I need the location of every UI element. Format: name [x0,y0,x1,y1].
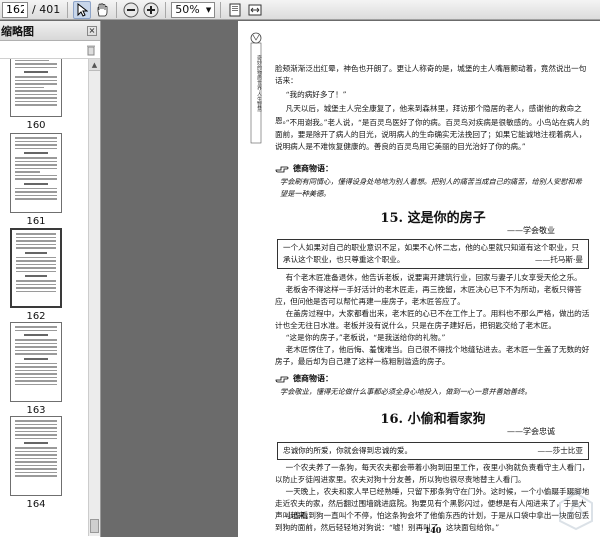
watermark-logo [559,491,593,531]
toolbar-divider [165,1,167,18]
hand-icon [97,2,108,16]
paragraph: 老木匠愣住了，他后悔、羞愧难当。自己很不得找个地缝钻进去。老木匠一生盖了无数的好… [275,345,590,366]
paragraph: 一个农夫养了一条狗，每天农夫都会带着小狗到田里工作，夜里小狗就负责看守主人看门，… [275,463,590,484]
section-title: 15. 这是你的房子 [380,211,486,226]
toolbar-divider [116,1,118,18]
paragraph: 脸颊渐渐泛出红晕，神色也开朗了。更让人称奇的是，城堡的主人嘴唇颤动着，竟然说出一… [275,64,587,85]
thumbnail-label: 164 [26,499,46,510]
hand-pointer-icon [275,166,289,173]
paragraph: 老板舍不得这样一手好活计的老木匠走，再三挽留，木匠决心已下不为所动，老板只得答应… [275,285,582,306]
thumbnail-panel-title: 缩略图 [1,24,34,38]
tip-heading-text: 德商物语： [293,373,333,383]
cursor-arrow-icon [77,2,89,17]
epigraph-source: ——莎士比亚 [537,446,583,455]
thumbnail-panel: 缩略图 × 160 161 162 163 164 ▲ [0,21,101,537]
page-number: 140 [424,525,442,535]
trash-icon[interactable] [86,44,96,56]
thumbnail-item[interactable]: 164 [10,416,62,510]
section-subtitle: ——学会忠诚 [507,427,555,436]
section-subtitle: ——学会敬业 [507,226,555,235]
thumbnail-item-current[interactable]: 162 [10,228,62,322]
tip-text: 学会刷有同情心，懂得设身处地地为别人着想。把别人的痛苦当成自己的痛苦，给别人安慰… [280,177,582,198]
paragraph: 在盖房过程中，大家都看出来，老木匠的心已不在工作上了。用料也不那么严格，做出的活… [275,309,590,330]
scroll-up-arrow-icon[interactable]: ▲ [89,59,100,71]
paragraph: “这是你的房子，”老板说，“是我送给你的礼物。” [285,333,446,342]
tip-text: 学会敬业，懂得无论做什么事都必须全身心地投入，做到一心一意并善始善终。 [280,387,532,396]
thumbnail-item[interactable]: 160 [10,59,62,131]
thumbnail-page-image [10,133,62,213]
tip-heading-text: 德商物语： [293,163,333,173]
thumbnail-page-image [10,228,62,308]
chevron-down-icon: ▼ [205,5,212,14]
zoom-value: 50% [175,2,200,16]
fit-width-icon [248,4,262,15]
zoom-out-icon [123,2,139,17]
epigraph-text: 忠诚你的所爱，你就会得到忠诚的爱。 [283,446,413,455]
select-tool-button[interactable] [73,0,92,19]
epigraph-box: 忠诚你的所爱，你就会得到忠诚的爱。 ——莎士比亚 [277,442,589,460]
toolbar-divider [67,1,69,18]
thumbnail-label: 161 [26,216,46,227]
banner-text: 奇妙的物质世界·人生智慧 [256,55,262,112]
section-title: 16. 小偷和看家狗 [380,412,486,427]
thumbnail-label: 160 [26,120,46,131]
close-icon[interactable]: × [87,25,97,36]
thumbnail-page-image [10,416,62,496]
thumbnail-panel-header: 缩略图 × [0,21,100,41]
thumbnail-list: 160 161 162 163 164 ▲ [0,59,100,536]
paragraph: “不用谢我。”老人说，“是百灵鸟医好了你的病。百灵鸟对疾病是很敏感的。小鸟站在病… [275,118,590,151]
thumbnail-label: 163 [26,405,46,416]
fit-page-button[interactable] [226,1,244,19]
fit-width-button[interactable] [246,1,264,19]
page-number-input[interactable] [2,1,28,18]
toolbar: / 401 50% ▼ [0,0,600,20]
paragraph: 有个老木匠准备退休，他告诉老板，说要离开建筑行业，回家与妻子儿女享受天伦之乐。 [285,273,582,282]
thumbnail-page-image [10,322,62,402]
thumbnail-item[interactable]: 161 [10,133,62,227]
thumbnail-scrollbar[interactable]: ▲ [88,59,100,536]
thumbnail-page-image [10,59,62,117]
zoom-out-button[interactable] [122,1,140,19]
thumbnail-item[interactable]: 163 [10,322,62,416]
epigraph-box: 一个人如果对自己的职业意识不足，如果不心怀二志，他的心里就只知道有这个职业，只承… [277,239,589,269]
hand-tool-button[interactable] [93,1,111,19]
tip-heading: 德商物语： [275,163,333,174]
hand-pointer-icon [275,376,289,383]
zoom-in-icon [143,2,159,17]
thumbnail-panel-tools [0,41,100,59]
tip-heading: 德商物语： [275,373,333,384]
toolbar-divider [220,1,222,18]
zoom-select[interactable]: 50% ▼ [171,1,216,18]
document-page: 奇妙的物质世界·人生智慧 脸颊渐渐泛出红晕，神色也开朗了。更让人称奇的是，城堡的… [238,21,600,537]
paragraph: “我的病好多了！” [285,90,347,99]
epigraph-source: ——托马斯·曼 [535,255,583,264]
zoom-in-button[interactable] [142,1,160,19]
page-total-label: / 401 [32,3,61,16]
fit-page-icon [229,3,241,16]
scrollbar-thumb[interactable] [90,519,99,533]
thumbnail-label: 162 [26,311,46,322]
